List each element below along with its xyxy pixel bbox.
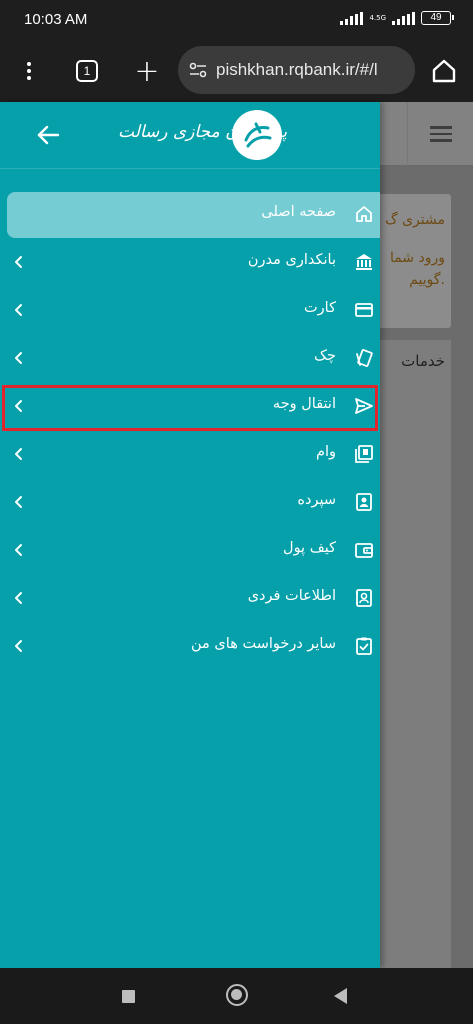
- menu-item-label: بانکداری مدرن: [247, 252, 336, 268]
- menu-item-other-requests[interactable]: سایر درخواست های من: [0, 622, 380, 670]
- tab-switcher-button[interactable]: 1: [73, 40, 101, 102]
- tab-count: 1: [76, 60, 98, 82]
- chevron-left-icon: [15, 352, 22, 364]
- home-icon: [356, 206, 372, 222]
- menu-item-cheque[interactable]: چک: [0, 334, 380, 382]
- highlight-box-money-transfer: [2, 385, 378, 431]
- chevron-left-icon: [15, 544, 22, 556]
- signal-icon-2: [392, 11, 415, 25]
- site-settings-icon[interactable]: [188, 60, 208, 80]
- menu-item-modern-banking[interactable]: بانکداری مدرن: [0, 238, 380, 286]
- menu-item-label: وام: [315, 444, 336, 460]
- wallet-icon: [355, 543, 373, 558]
- address-bar[interactable]: pishkhan.rqbank.ir/#/l: [178, 46, 415, 94]
- signal-icon: [340, 11, 364, 25]
- card-icon: [355, 303, 373, 317]
- chevron-left-icon: [15, 496, 22, 508]
- new-tab-icon[interactable]: +: [132, 40, 162, 102]
- battery-icon: 49: [421, 11, 454, 25]
- menu-item-label: کیف پول: [283, 540, 336, 556]
- menu-item-label: چک: [314, 348, 336, 364]
- profile-icon: [356, 589, 372, 607]
- menu-item-label: صفحه اصلی: [261, 204, 336, 220]
- drawer-divider: [0, 168, 380, 169]
- back-arrow-icon[interactable]: [35, 122, 61, 148]
- welcome-line-3: گوییم.: [409, 272, 445, 288]
- welcome-line-2: ورود شما: [389, 250, 445, 266]
- chevron-left-icon: [15, 640, 22, 652]
- requests-icon: [356, 637, 372, 655]
- menu-item-wallet[interactable]: کیف پول: [0, 526, 380, 574]
- network-type: 4.5G: [369, 13, 386, 22]
- recents-icon[interactable]: [122, 990, 135, 1003]
- menu-item-personal-info[interactable]: اطلاعات فردی: [0, 574, 380, 622]
- browser-toolbar: 1 + pishkhan.rqbank.ir/#/l: [0, 40, 473, 102]
- menu-item-label: سپرده: [297, 492, 336, 508]
- loan-icon: [355, 445, 373, 463]
- welcome-line-1: مشتری گ: [385, 212, 445, 228]
- services-heading: خدمات: [401, 352, 445, 370]
- status-indicators: 4.5G 49: [340, 11, 454, 25]
- url-text: pishkhan.rqbank.ir/#/l: [216, 60, 378, 79]
- chevron-left-icon: [15, 592, 22, 604]
- menu-item-label: کارت: [304, 300, 336, 316]
- browser-menu-icon[interactable]: [14, 40, 44, 102]
- drawer-header: پیشخوان مجازی رسالت: [0, 102, 380, 168]
- menu-item-loan[interactable]: وام: [0, 430, 380, 478]
- status-bar: 10:03 AM 4.5G 49: [0, 0, 473, 40]
- chevron-left-icon: [15, 448, 22, 460]
- menu-item-deposit[interactable]: سپرده: [0, 478, 380, 526]
- navigation-drawer: پیشخوان مجازی رسالت صفحه اصلی بانکداری م…: [0, 102, 380, 968]
- menu-item-label: سایر درخواست های من: [191, 636, 336, 652]
- menu-item-card[interactable]: کارت: [0, 286, 380, 334]
- brand-logo-icon: [232, 110, 282, 160]
- system-nav-bar: [0, 968, 473, 1024]
- bank-icon: [356, 254, 372, 270]
- menu-item-label: اطلاعات فردی: [247, 588, 336, 604]
- hamburger-icon[interactable]: [407, 102, 473, 166]
- menu-item-home[interactable]: صفحه اصلی: [0, 190, 380, 238]
- home-nav-icon[interactable]: [226, 984, 248, 1006]
- chevron-left-icon: [15, 304, 22, 316]
- deposit-icon: [356, 493, 372, 511]
- status-time: 10:03 AM: [24, 11, 88, 28]
- cheque-icon: [356, 349, 373, 367]
- home-icon[interactable]: [428, 40, 460, 102]
- back-nav-icon[interactable]: [334, 988, 347, 1004]
- chevron-left-icon: [15, 256, 22, 268]
